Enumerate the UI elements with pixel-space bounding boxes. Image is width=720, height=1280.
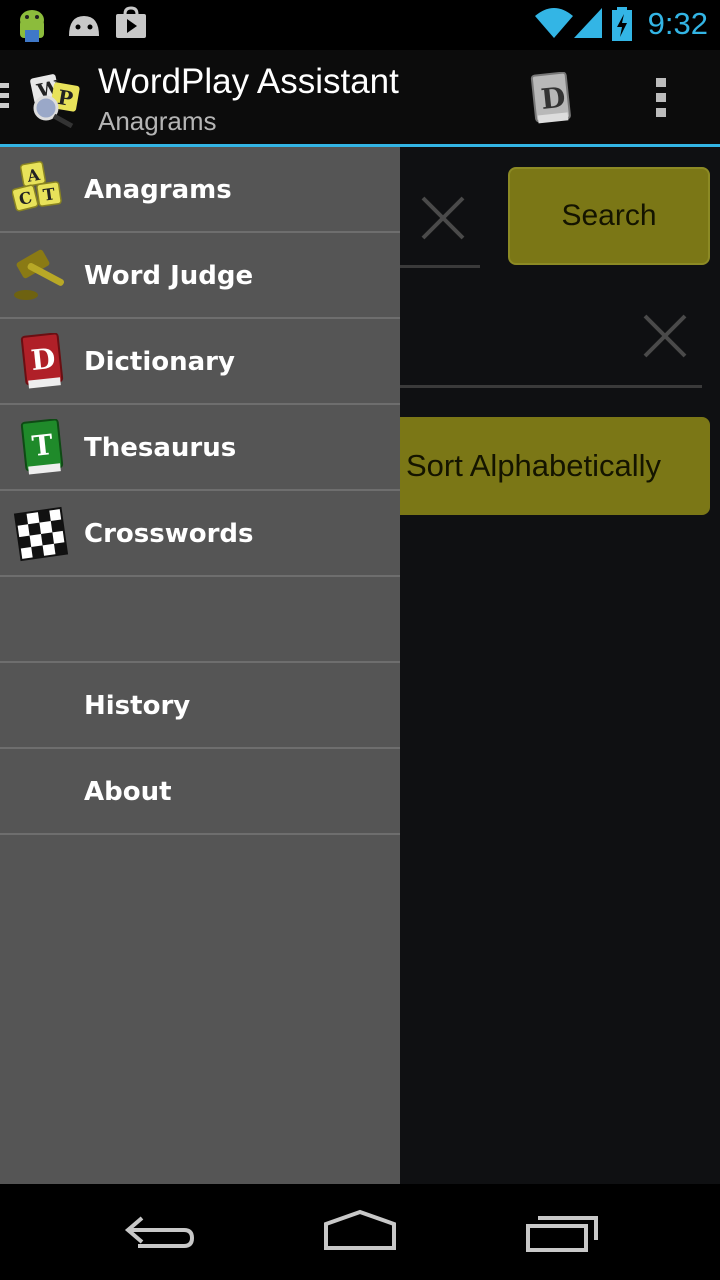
drawer-toggle-icon[interactable]	[0, 83, 10, 113]
drawer-item-label: Thesaurus	[84, 433, 237, 463]
search-button[interactable]: Search	[508, 167, 710, 265]
clock: 9:32	[647, 6, 708, 41]
drawer-item-history[interactable]: History	[0, 663, 400, 749]
drawer-item-dictionary[interactable]: D Dictionary	[0, 319, 400, 405]
thesaurus-book-icon: T	[20, 419, 64, 475]
navigation-bar	[0, 1184, 720, 1280]
app-title: WordPlay Assistant	[98, 62, 399, 101]
crossword-grid-icon	[13, 506, 69, 562]
back-icon[interactable]	[120, 1208, 200, 1258]
drawer-item-label: History	[84, 691, 191, 721]
app-logo-icon[interactable]: W P	[28, 70, 84, 128]
drawer-item-label: Dictionary	[84, 347, 235, 377]
overflow-menu-icon[interactable]	[656, 78, 668, 118]
clear-filter-icon[interactable]	[642, 313, 688, 359]
play-store-icon	[116, 6, 146, 38]
app-subtitle: Anagrams	[98, 106, 217, 136]
svg-text:T: T	[30, 428, 54, 463]
dictionary-book-icon: D	[20, 333, 64, 389]
wifi-icon	[535, 8, 573, 38]
drawer-item-label: About	[84, 777, 172, 807]
sort-alphabetically-button[interactable]: Sort Alphabetically	[380, 417, 710, 515]
drawer-item-label: Crosswords	[84, 519, 254, 549]
anagram-tiles-icon: A C T	[12, 161, 62, 212]
signal-icon	[574, 8, 602, 38]
android-notification-icon	[69, 16, 99, 36]
clear-search-icon[interactable]	[420, 195, 466, 241]
recent-apps-icon[interactable]	[522, 1208, 602, 1258]
svg-text:D: D	[539, 81, 567, 116]
svg-text:D: D	[29, 342, 57, 377]
drawer-item-empty	[0, 577, 400, 663]
dictionary-action-icon[interactable]: D	[530, 72, 572, 124]
battery-charging-icon	[612, 7, 632, 41]
navigation-drawer: A C T Anagrams Word Judge D Dictionary T…	[0, 147, 400, 1184]
filter-input[interactable]	[380, 385, 702, 388]
gavel-icon	[14, 249, 65, 300]
drawer-item-word-judge[interactable]: Word Judge	[0, 233, 400, 319]
drawer-item-anagrams[interactable]: A C T Anagrams	[0, 147, 400, 233]
drawer-item-label: Word Judge	[84, 261, 254, 291]
drawer-item-label: Anagrams	[84, 175, 232, 205]
home-icon[interactable]	[320, 1208, 400, 1258]
drawer-item-crosswords[interactable]: Crosswords	[0, 491, 400, 577]
android-debug-icon	[20, 10, 44, 42]
status-bar: 9:32	[0, 0, 720, 50]
action-bar: W P WordPlay Assistant Anagrams D	[0, 50, 720, 144]
drawer-item-thesaurus[interactable]: T Thesaurus	[0, 405, 400, 491]
drawer-item-about[interactable]: About	[0, 749, 400, 835]
